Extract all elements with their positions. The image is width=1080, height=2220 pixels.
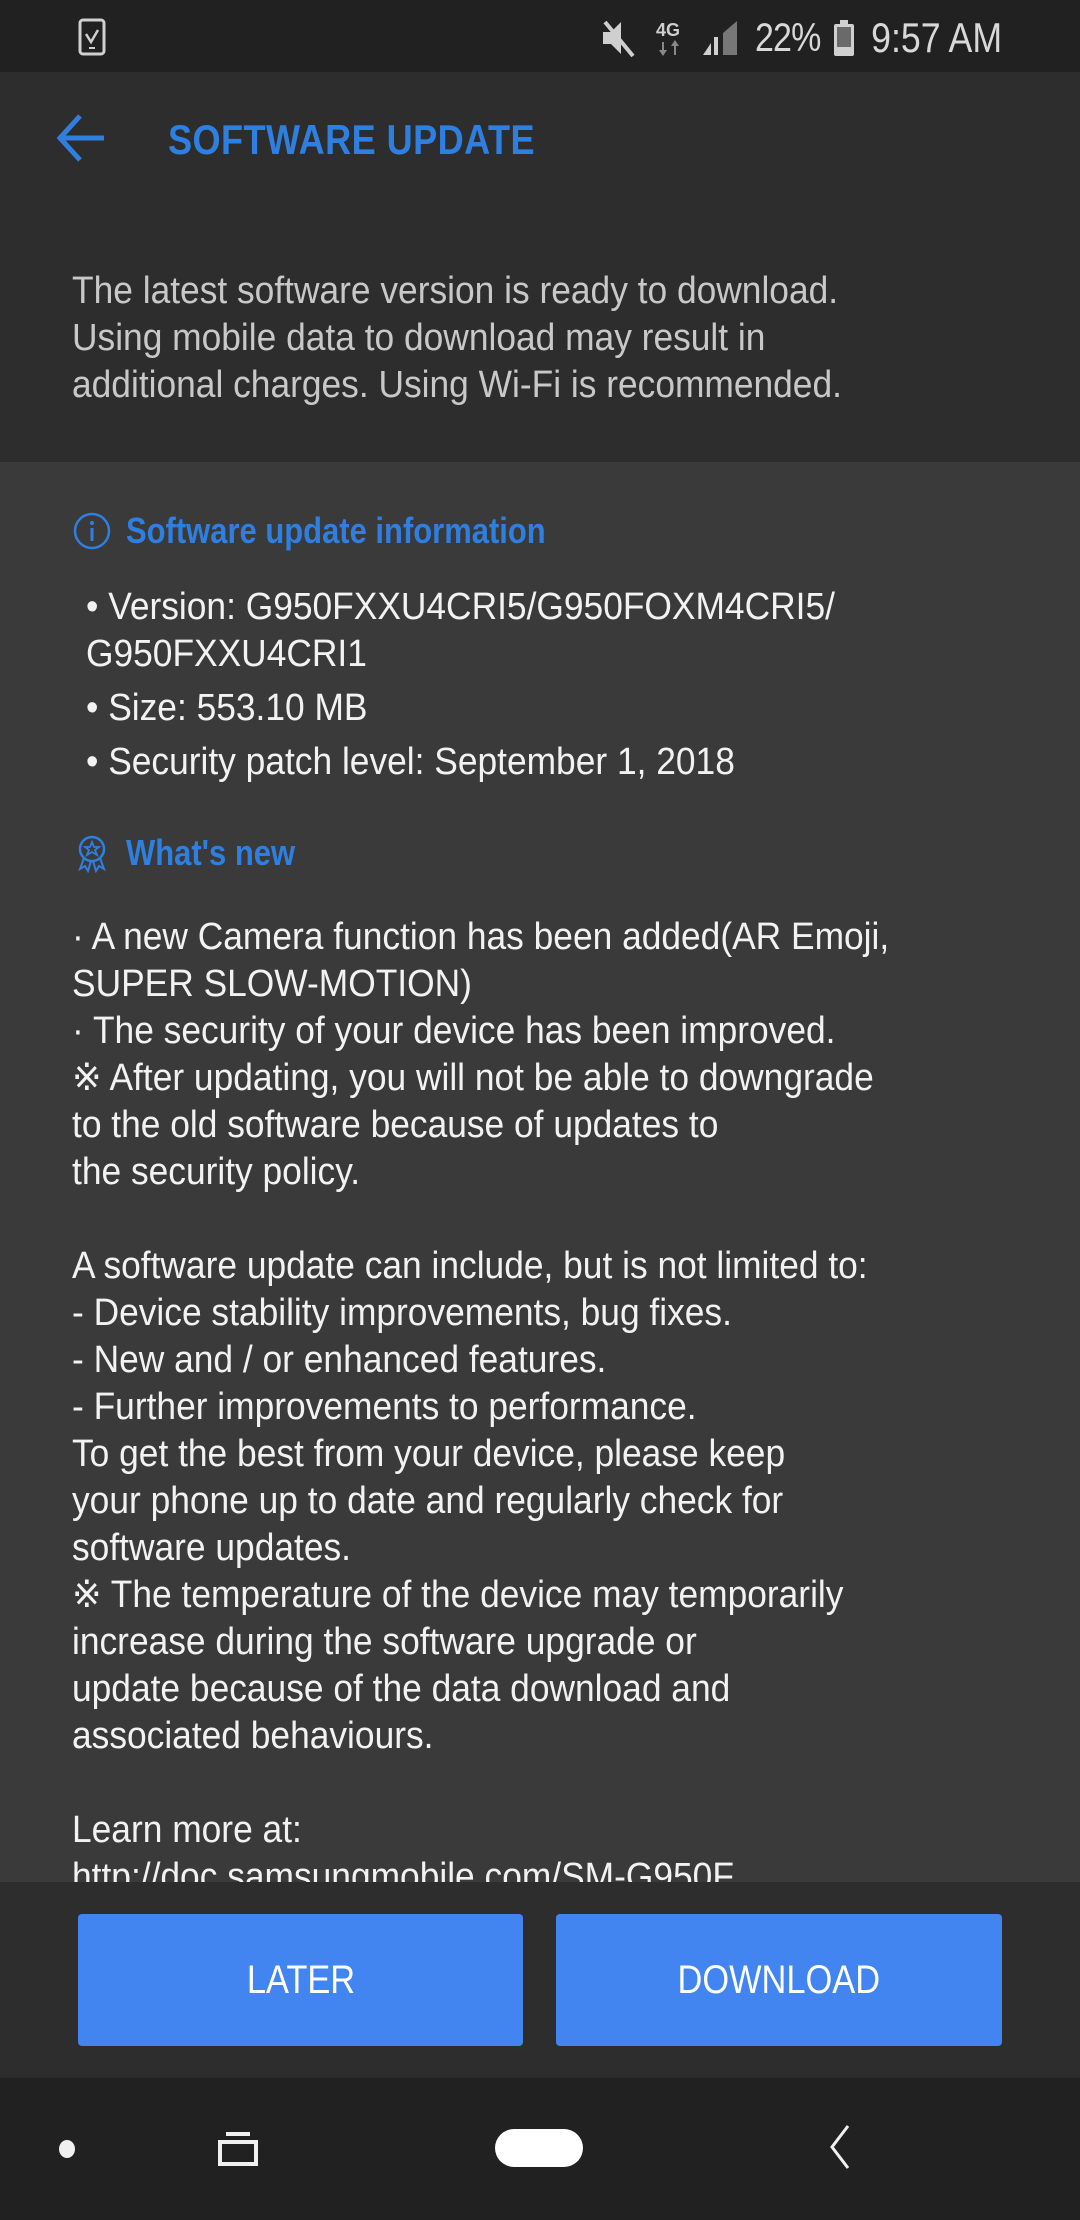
download-button-label: DOWNLOAD <box>677 1957 881 2002</box>
mute-icon <box>602 20 635 58</box>
award-icon <box>78 835 106 873</box>
status-bar: 4G 22% 9:57 AM <box>0 0 1080 72</box>
update-details[interactable]: Software update information • Version: G… <box>0 462 1080 1882</box>
network-label: 4G <box>656 20 680 40</box>
navigation-bar <box>0 2078 1080 2220</box>
phone-check-icon <box>78 18 106 56</box>
version-item: • Version: G950FXXU4CRI5/G950FOXM4CRI5/ … <box>86 586 835 675</box>
page-title: SOFTWARE UPDATE <box>168 116 535 163</box>
signal-icon <box>702 21 737 55</box>
update-info-heading: Software update information <box>72 510 614 552</box>
whats-new-label: What's new <box>126 832 296 873</box>
later-button-label: LATER <box>246 1957 355 2002</box>
battery-percent: 22% <box>754 15 821 60</box>
back-arrow-icon <box>56 114 104 162</box>
home-icon[interactable] <box>494 2128 584 2168</box>
whats-new-body: · A new Camera function has been added(A… <box>72 916 890 1882</box>
later-button[interactable]: LATER <box>78 1914 523 2046</box>
back-icon[interactable] <box>826 2124 856 2170</box>
download-button[interactable]: DOWNLOAD <box>556 1914 1002 2046</box>
info-icon <box>73 512 111 550</box>
action-footer: LATER DOWNLOAD <box>0 1882 1080 2078</box>
whats-new-heading: What's new <box>72 832 323 874</box>
dot-indicator-icon[interactable] <box>58 2138 76 2160</box>
network-4g-icon: 4G <box>656 20 680 56</box>
recent-apps-icon[interactable] <box>218 2132 258 2166</box>
battery-icon <box>833 20 854 56</box>
update-info-list: • Version: G950FXXU4CRI5/G950FOXM4CRI5/ … <box>86 584 979 793</box>
back-button[interactable] <box>52 108 112 168</box>
clock: 9:57 AM <box>871 14 1002 61</box>
intro-text: The latest software version is ready to … <box>72 270 842 406</box>
app-header: SOFTWARE UPDATE The latest software vers… <box>0 72 1080 462</box>
size-item: • Size: 553.10 MB <box>86 687 368 729</box>
security-patch-item: • Security patch level: September 1, 201… <box>86 741 735 783</box>
update-info-label: Software update information <box>126 510 546 551</box>
